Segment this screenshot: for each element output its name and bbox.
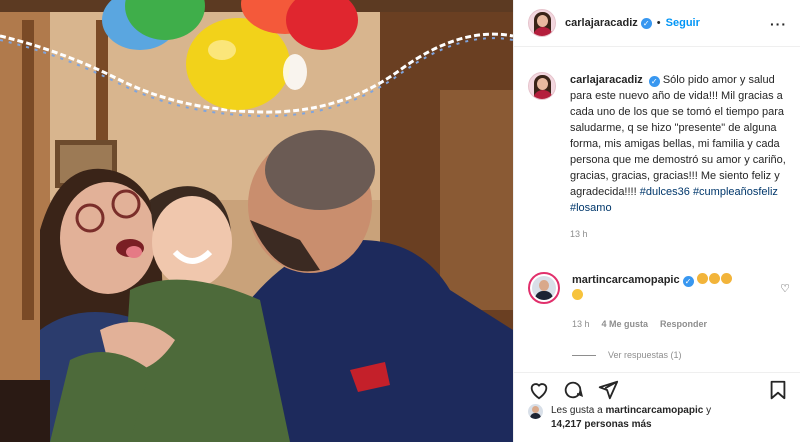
clapping-hands-icon [708, 273, 720, 284]
post-caption: carlajaracadiz ✓ Sólo pido amor y salud p… [528, 72, 790, 242]
caption-timestamp[interactable]: 13 h [570, 226, 790, 242]
reply-button[interactable]: Responder [660, 316, 707, 332]
hashtag-link[interactable]: #dulces36 [640, 186, 690, 198]
heart-icon[interactable] [528, 379, 550, 401]
comment-likes[interactable]: 4 Me gusta [602, 316, 649, 332]
instagram-post: carlajaracadiz ✓ • Seguir ··· carlajarac… [0, 0, 800, 442]
caption-username[interactable]: carlajaracadiz [570, 74, 643, 86]
more-options-icon[interactable]: ··· [770, 16, 787, 32]
comment-icon[interactable] [562, 379, 584, 401]
header-separator: • [656, 17, 661, 29]
likes-count[interactable]: 14,217 personas más [551, 419, 652, 430]
comments-section[interactable]: carlajaracadiz ✓ Sólo pido amor y salud p… [514, 48, 800, 372]
follow-button[interactable]: Seguir [666, 17, 700, 29]
clapping-hands-icon [696, 273, 708, 284]
share-icon[interactable] [597, 379, 619, 401]
verified-badge-icon: ✓ [648, 76, 660, 87]
caption-text: Sólo pido amor y salud para este nuevo a… [570, 74, 786, 198]
author-avatar[interactable] [528, 9, 556, 37]
verified-badge-icon: ✓ [640, 17, 652, 29]
likes-prefix: Les gusta a [551, 405, 603, 416]
commenter-avatar[interactable] [528, 272, 560, 304]
replies-divider [572, 354, 596, 356]
view-replies-button[interactable]: Ver respuestas (1) [572, 350, 682, 360]
verified-badge-icon: ✓ [682, 276, 694, 287]
likes-text: Les gusta a martincarcamopapic y 14,217 … [551, 404, 711, 432]
likes-connector: y [706, 405, 712, 416]
comment-body: martincarcamopapic ✓ 13 h 4 Me gusta Resp… [572, 272, 767, 332]
birthday-photo-illustration [0, 0, 513, 442]
post-sidebar: carlajaracadiz ✓ • Seguir ··· carlajarac… [513, 0, 800, 442]
likes-summary: Les gusta a martincarcamopapic y 14,217 … [528, 404, 798, 432]
commenter-username[interactable]: martincarcamopapic [572, 274, 680, 286]
caption-body: carlajaracadiz ✓ Sólo pido amor y salud p… [570, 72, 790, 242]
post-photo[interactable] [0, 0, 513, 442]
author-username[interactable]: carlajaracadiz [565, 17, 638, 29]
comment-meta: 13 h 4 Me gusta Responder [572, 316, 767, 332]
comment-timestamp[interactable]: 13 h [572, 316, 590, 332]
star-struck-icon [572, 289, 583, 300]
view-replies-label: Ver respuestas (1) [608, 350, 682, 360]
comment-item: martincarcamopapic ✓ 13 h 4 Me gusta Resp… [528, 272, 790, 332]
hashtag-link[interactable]: #cumpleañosfeliz [693, 186, 778, 198]
hashtag-link[interactable]: #losamo [570, 202, 612, 214]
comment-like-heart-icon[interactable]: ♡ [780, 282, 790, 295]
bookmark-icon[interactable] [767, 379, 789, 401]
liker-username[interactable]: martincarcamopapic [606, 405, 704, 416]
clapping-hands-icon [720, 273, 732, 284]
liker-avatar[interactable] [528, 404, 543, 419]
action-bar [514, 372, 800, 402]
post-header: carlajaracadiz ✓ • Seguir ··· [514, 0, 800, 47]
caption-author-avatar[interactable] [528, 72, 556, 100]
